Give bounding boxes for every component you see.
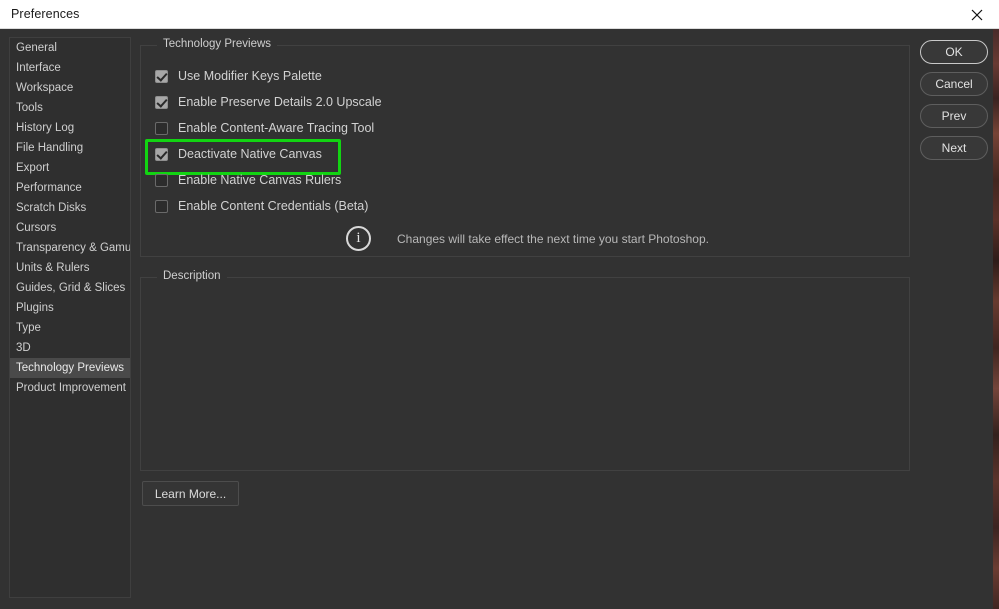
technology-previews-legend: Technology Previews xyxy=(157,38,278,50)
checkbox-label: Enable Content Credentials (Beta) xyxy=(178,199,369,213)
preferences-dialog: Preferences General Interface Workspace Too… xyxy=(0,0,999,609)
sidebar-item-history-log[interactable]: History Log xyxy=(10,118,130,138)
sidebar-item-units-rulers[interactable]: Units & Rulers xyxy=(10,258,130,278)
sidebar-item-label: Units & Rulers xyxy=(16,262,90,274)
info-icon-glyph: i xyxy=(356,230,361,246)
window-title: Preferences xyxy=(11,7,80,21)
restart-note-text: Changes will take effect the next time y… xyxy=(397,231,709,246)
sidebar-item-3d[interactable]: 3D xyxy=(10,338,130,358)
cancel-button[interactable]: Cancel xyxy=(920,72,988,96)
next-button[interactable]: Next xyxy=(920,136,988,160)
description-legend: Description xyxy=(157,270,227,282)
sidebar-item-label: 3D xyxy=(16,342,31,354)
checkbox-label: Use Modifier Keys Palette xyxy=(178,69,322,83)
sidebar-item-label: Tools xyxy=(16,102,43,114)
dialog-button-column[interactable]: OK Cancel Prev Next xyxy=(920,40,988,168)
info-icon: i xyxy=(346,226,371,251)
sidebar-item-file-handling[interactable]: File Handling xyxy=(10,138,130,158)
sidebar-item-guides-grid-slices[interactable]: Guides, Grid & Slices xyxy=(10,278,130,298)
sidebar-item-performance[interactable]: Performance xyxy=(10,178,130,198)
learn-more-button[interactable]: Learn More... xyxy=(142,481,239,506)
checkbox-row-use-modifier-keys-palette[interactable]: Use Modifier Keys Palette xyxy=(155,66,382,86)
checkbox-checked-icon[interactable] xyxy=(155,69,168,83)
checkbox-label: Enable Native Canvas Rulers xyxy=(178,173,342,187)
desktop-background-strip xyxy=(993,29,999,609)
checkbox-unchecked-icon[interactable] xyxy=(155,121,168,135)
sidebar-item-label: General xyxy=(16,42,57,54)
title-bar: Preferences xyxy=(0,0,999,29)
checkbox-row-enable-content-credentials-beta[interactable]: Enable Content Credentials (Beta) xyxy=(155,196,382,216)
preferences-category-list[interactable]: General Interface Workspace Tools History Lo… xyxy=(9,37,131,598)
close-button[interactable] xyxy=(954,0,999,29)
sidebar-item-technology-previews[interactable]: Technology Previews xyxy=(10,358,130,378)
checkbox-label: Deactivate Native Canvas xyxy=(178,147,322,161)
sidebar-item-label: Type xyxy=(16,322,41,334)
technology-previews-group: Technology Previews Use Modifier Keys Pa… xyxy=(140,38,910,257)
description-body xyxy=(151,290,899,460)
sidebar-item-workspace[interactable]: Workspace xyxy=(10,78,130,98)
restart-note: i Changes will take effect the next time… xyxy=(346,226,709,251)
sidebar-item-label: File Handling xyxy=(16,142,84,154)
sidebar-item-label: History Log xyxy=(16,122,75,134)
ok-button[interactable]: OK xyxy=(920,40,988,64)
sidebar-item-label: Product Improvement xyxy=(16,382,126,394)
sidebar-item-interface[interactable]: Interface xyxy=(10,58,130,78)
checkbox-checked-icon[interactable] xyxy=(155,147,168,161)
sidebar-item-cursors[interactable]: Cursors xyxy=(10,218,130,238)
close-icon xyxy=(971,9,983,21)
checkbox-unchecked-icon[interactable] xyxy=(155,199,168,213)
technology-previews-options[interactable]: Use Modifier Keys Palette Enable Preserve… xyxy=(145,66,382,222)
sidebar-item-label: Cursors xyxy=(16,222,57,234)
checkbox-label: Enable Content-Aware Tracing Tool xyxy=(178,121,375,135)
checkbox-row-enable-content-aware-tracing-tool[interactable]: Enable Content-Aware Tracing Tool xyxy=(155,118,382,138)
sidebar-item-general[interactable]: General xyxy=(10,38,130,58)
sidebar-item-product-improvement[interactable]: Product Improvement xyxy=(10,378,130,398)
checkbox-row-enable-native-canvas-rulers[interactable]: Enable Native Canvas Rulers xyxy=(155,170,382,190)
sidebar-item-transparency-gamut[interactable]: Transparency & Gamut xyxy=(10,238,130,258)
sidebar-item-export[interactable]: Export xyxy=(10,158,130,178)
sidebar-item-tools[interactable]: Tools xyxy=(10,98,130,118)
sidebar-item-label: Technology Previews xyxy=(16,362,125,374)
sidebar-item-type[interactable]: Type xyxy=(10,318,130,338)
sidebar-item-label: Plugins xyxy=(16,302,54,314)
description-group: Description xyxy=(140,270,910,471)
sidebar-item-label: Scratch Disks xyxy=(16,202,87,214)
checkbox-row-enable-preserve-details-2-0-upscale[interactable]: Enable Preserve Details 2.0 Upscale xyxy=(155,92,382,112)
sidebar-item-label: Transparency & Gamut xyxy=(16,242,131,254)
checkbox-checked-icon[interactable] xyxy=(155,95,168,109)
checkbox-label: Enable Preserve Details 2.0 Upscale xyxy=(178,95,382,109)
sidebar-item-scratch-disks[interactable]: Scratch Disks xyxy=(10,198,130,218)
sidebar-item-label: Workspace xyxy=(16,82,74,94)
sidebar-item-label: Guides, Grid & Slices xyxy=(16,282,126,294)
sidebar-item-label: Performance xyxy=(16,182,82,194)
prev-button[interactable]: Prev xyxy=(920,104,988,128)
preferences-main-panel: Technology Previews Use Modifier Keys Pa… xyxy=(140,37,910,598)
sidebar-item-label: Interface xyxy=(16,62,61,74)
sidebar-item-plugins[interactable]: Plugins xyxy=(10,298,130,318)
sidebar-item-label: Export xyxy=(16,162,50,174)
checkbox-row-deactivate-native-canvas[interactable]: Deactivate Native Canvas xyxy=(145,139,382,175)
checkbox-unchecked-icon[interactable] xyxy=(155,173,168,187)
